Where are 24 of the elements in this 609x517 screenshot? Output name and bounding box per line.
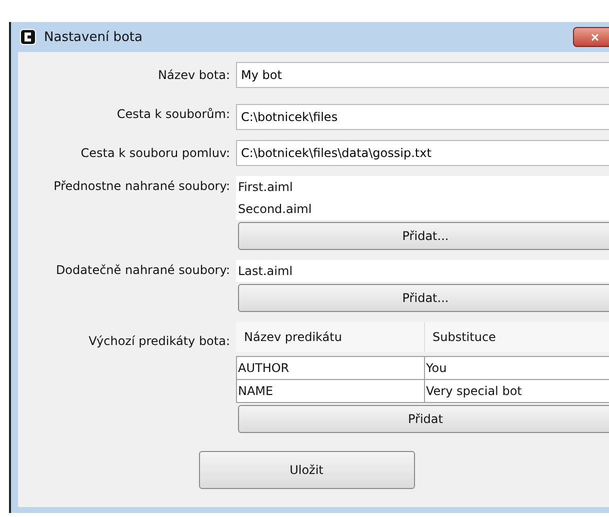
file-item[interactable]: Last.aiml (238, 260, 609, 282)
file-item[interactable]: Second.aiml (238, 198, 609, 220)
file-item[interactable]: First.aiml (238, 176, 609, 198)
column-header[interactable]: Substituce (424, 322, 609, 352)
table-label: Výchozí predikáty bota: (88, 333, 230, 348)
add-button[interactable]: Přidat (238, 405, 609, 433)
save-button[interactable]: Uložit (198, 451, 414, 489)
list-label: Dodatečně nahrané soubory: (54, 262, 230, 277)
table-cell[interactable]: Very special bot (424, 380, 609, 402)
list-label: Přednostne nahrané soubory: (52, 178, 230, 193)
table-cell[interactable]: AUTHOR (237, 357, 424, 379)
app-icon (20, 29, 36, 45)
window-title: Nastavení bota (44, 30, 142, 44)
field-label: Cesta k souborům: (116, 107, 230, 121)
field-label: Název bota: (157, 68, 230, 82)
add-button[interactable]: Přidat... (238, 222, 609, 250)
text-field[interactable]: C:\botnicek\files\data\gossip.txt (236, 140, 609, 166)
column-header[interactable]: Název predikátu (236, 322, 424, 352)
text-field[interactable]: C:\botnicek\files (236, 104, 609, 130)
add-button[interactable]: Přidat... (238, 284, 609, 312)
table-cell[interactable]: You (424, 357, 609, 379)
text-field[interactable]: My bot (236, 62, 609, 88)
field-label: Cesta k souboru pomluv: (80, 146, 230, 160)
table-cell[interactable]: NAME (237, 380, 424, 402)
